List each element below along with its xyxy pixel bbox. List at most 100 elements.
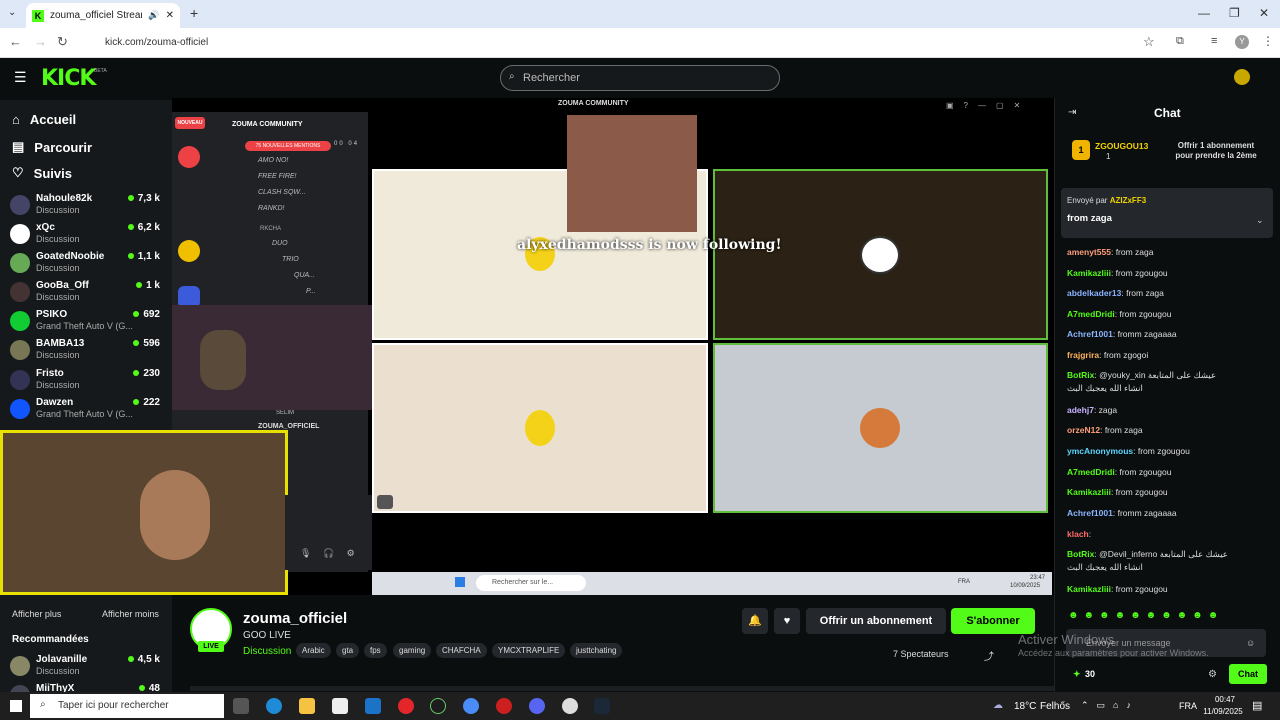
followed-channel[interactable]: Fristo Discussion 230 xyxy=(10,368,160,396)
kick-logo[interactable]: KICK xyxy=(41,66,96,91)
chat-username[interactable]: A7medDridi xyxy=(1067,309,1115,319)
chat-text: from zgougou xyxy=(1137,446,1190,456)
share-icon[interactable]: ⤴ xyxy=(984,648,994,663)
discord-icon[interactable] xyxy=(529,698,545,714)
minimize-button[interactable]: — xyxy=(1198,6,1210,20)
file-explorer-icon[interactable] xyxy=(299,698,315,714)
tag-chip[interactable]: justtchating xyxy=(570,643,623,658)
user-avatar[interactable] xyxy=(1234,69,1250,85)
heart-icon[interactable]: ♥ xyxy=(774,608,800,634)
search-input[interactable]: Rechercher xyxy=(500,65,780,91)
gift-subscription-button[interactable]: Offrir un abonnement xyxy=(806,608,946,634)
settings-gear-icon[interactable]: ⚙ xyxy=(1208,669,1217,680)
bell-icon[interactable]: 🔔 xyxy=(742,608,768,634)
chevron-down-icon[interactable]: ⌄ xyxy=(1256,215,1264,226)
followed-channel[interactable]: Dawzen Grand Theft Auto V (G... 222 xyxy=(10,397,160,425)
points-count[interactable]: 30 xyxy=(1085,669,1095,679)
chat-username[interactable]: A7medDridi xyxy=(1067,467,1115,477)
channel-name[interactable]: zouma_officiel xyxy=(243,610,347,627)
browser-menu-icon[interactable]: ⋮ xyxy=(1262,34,1274,48)
chat-username[interactable]: Achref1001 xyxy=(1067,329,1113,339)
tab-search-icon[interactable]: ⌄ xyxy=(8,7,16,18)
maximize-button[interactable]: ❐ xyxy=(1229,6,1240,20)
outlook-icon[interactable] xyxy=(365,698,381,714)
top-gifter-name[interactable]: ZGOUGOU13 xyxy=(1095,141,1148,151)
chat-username[interactable]: ymcAnonymous xyxy=(1067,446,1133,456)
edge-icon[interactable] xyxy=(266,698,282,714)
chat-username[interactable]: amenyt555 xyxy=(1067,247,1111,257)
tag-chip[interactable]: YMCXTRAPLIFE xyxy=(492,643,566,658)
tag-chip[interactable]: gta xyxy=(336,643,360,658)
extensions-icon[interactable]: ⧉ xyxy=(1176,35,1184,48)
show-less-button[interactable]: Afficher moins xyxy=(102,609,159,619)
nav-parcourir[interactable]: ▤ Parcourir xyxy=(12,139,92,155)
recommended-channel[interactable]: Jolavanille Discussion 4,5 k xyxy=(10,654,160,682)
store-icon[interactable] xyxy=(332,698,348,714)
tray-icons[interactable]: ⌃▭⌂♪ xyxy=(1081,700,1139,711)
taskbar-time[interactable]: 00:47 xyxy=(1205,695,1245,704)
close-window-button[interactable]: ✕ xyxy=(1259,6,1269,20)
subscribe-button[interactable]: S'abonner xyxy=(951,608,1035,634)
chat-username[interactable]: Kamikazliii xyxy=(1067,584,1111,594)
tag-chip[interactable]: CHAFCHA xyxy=(436,643,487,658)
weather-temp[interactable]: 18°C xyxy=(1014,701,1036,712)
channel-name: Dawzen xyxy=(36,397,74,408)
taskbar-search-input[interactable]: Taper ici pour rechercher xyxy=(30,694,224,718)
tag-chip[interactable]: gaming xyxy=(393,643,432,658)
followed-channel[interactable]: Nahoule82k Discussion 7,3 k xyxy=(10,193,160,221)
nav-suivis[interactable]: ♡ Suivis xyxy=(12,165,72,181)
notifications-icon[interactable]: ▤ xyxy=(1252,699,1262,712)
channel-name: MiiThyX xyxy=(36,683,75,692)
profile-avatar[interactable]: Y xyxy=(1235,35,1249,49)
tab-close-icon[interactable]: ✕ xyxy=(166,10,174,21)
chat-username[interactable]: abdelkader13 xyxy=(1067,288,1121,298)
chrome-icon[interactable] xyxy=(463,698,479,714)
followed-channel[interactable]: PSIKO Grand Theft Auto V (G... 692 xyxy=(10,309,160,337)
chat-username[interactable]: orzeN12 xyxy=(1067,425,1100,435)
followed-channel[interactable]: GoatedNoobie Discussion 1,1 k xyxy=(10,251,160,279)
steam-icon[interactable] xyxy=(594,698,610,714)
chat-username[interactable]: BotRix xyxy=(1067,370,1094,380)
opera-icon[interactable] xyxy=(398,698,414,714)
collapse-chat-icon[interactable]: ⇥ xyxy=(1068,107,1076,118)
app-icon[interactable] xyxy=(496,698,512,714)
show-more-button[interactable]: Afficher plus xyxy=(12,609,61,619)
hamburger-menu-icon[interactable]: ☰ xyxy=(14,69,27,86)
taskbar-date[interactable]: 11/09/2025 xyxy=(1202,707,1244,716)
obs-icon[interactable] xyxy=(562,698,578,714)
activate-windows-subtitle: Accédez aux paramètres pour activer Wind… xyxy=(1018,648,1209,658)
followed-channel[interactable]: xQc Discussion 6,2 k xyxy=(10,222,160,250)
chat-username[interactable]: Achref1001 xyxy=(1067,508,1113,518)
chat-text: fromm zagaaaa xyxy=(1117,508,1177,518)
reload-icon[interactable]: ↻ xyxy=(57,34,68,50)
taskbar-lang[interactable]: FRA xyxy=(1179,701,1197,711)
recommended-channel[interactable]: MiiThyX 48 xyxy=(10,683,160,692)
browser-tab[interactable]: K zouma_officiel Stream - Wa 🔊 ✕ xyxy=(26,3,180,28)
url-input[interactable]: kick.com/zouma-officiel xyxy=(80,32,1170,54)
chat-username[interactable]: frajgrira xyxy=(1067,350,1099,360)
forward-icon[interactable]: → xyxy=(34,34,47,49)
chat-username[interactable]: Kamikazliii xyxy=(1067,487,1111,497)
reading-list-icon[interactable]: ≡ xyxy=(1211,35,1217,47)
followed-channel[interactable]: BAMBA13 Discussion 596 xyxy=(10,338,160,366)
windows-start-icon[interactable] xyxy=(10,700,22,712)
emoji-icon[interactable]: ☺ xyxy=(1246,638,1255,648)
emote-row[interactable]: ☻☻☻☻☻☻☻☻☻☻ xyxy=(1068,610,1223,621)
nav-accueil[interactable]: ⌂ Accueil xyxy=(12,112,76,127)
stream-category[interactable]: Discussion xyxy=(243,646,291,657)
count: 00 xyxy=(334,141,345,147)
chat-username[interactable]: klach xyxy=(1067,529,1089,539)
chat-username[interactable]: Kamikazliii xyxy=(1067,268,1111,278)
back-icon[interactable]: ← xyxy=(9,34,22,49)
chat-username[interactable]: BotRix xyxy=(1067,549,1094,559)
app-icon[interactable] xyxy=(430,698,446,714)
gift-promo[interactable]: Offrir 1 abonnement pour prendre la 2ème xyxy=(1170,141,1262,161)
tag-chip[interactable]: Arabic xyxy=(296,643,331,658)
tag-chip[interactable]: fps xyxy=(364,643,387,658)
new-tab-button[interactable]: + xyxy=(190,5,198,21)
chat-username[interactable]: adehj7 xyxy=(1067,405,1094,415)
task-view-icon[interactable] xyxy=(233,698,249,714)
followed-channel[interactable]: GooBa_Off Discussion 1 k xyxy=(10,280,160,308)
send-chat-button[interactable]: Chat xyxy=(1229,664,1267,684)
bookmark-star-icon[interactable]: ☆ xyxy=(1143,34,1155,50)
